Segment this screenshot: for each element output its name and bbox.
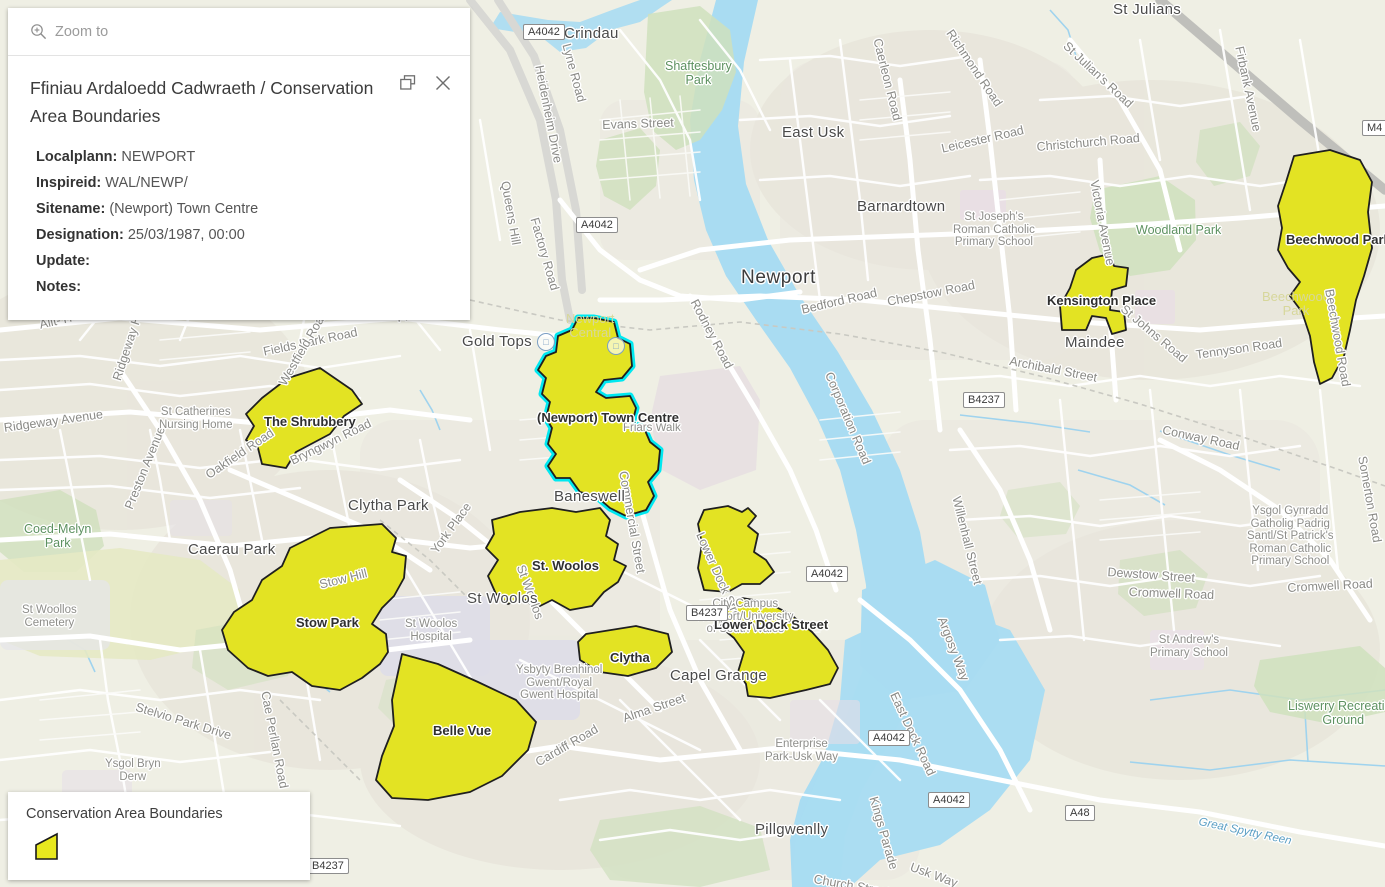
popup-field-row: Update: <box>36 248 448 274</box>
popup-field-list: Localplann: NEWPORT Inspireid: WAL/NEWP/S… <box>36 144 448 300</box>
popup-field-value: NEWPORT <box>117 149 196 165</box>
popup-field-value: (Newport) Town Centre <box>105 201 259 217</box>
popup-field-value: 25/03/1987, 00:00 <box>123 227 245 243</box>
popup-field-key: Sitename: <box>36 201 106 217</box>
restore-dock-icon[interactable] <box>399 74 417 97</box>
popup-field-key: Inspireid: <box>36 175 102 191</box>
popup-field-key: Designation: <box>36 227 124 243</box>
zoom-to-button[interactable]: Zoom to <box>8 8 470 56</box>
newport-central-station: □ <box>537 333 555 351</box>
popup-field-key: Notes: <box>36 279 82 295</box>
newport-bus-station: □ <box>607 337 625 355</box>
popup-field-row: Notes: <box>36 274 448 300</box>
popup-field-row: Localplann: NEWPORT <box>36 144 448 170</box>
map-application: .w{fill:#a9dcf2} .pk{fill:#cfe0bd} .ub{f… <box>0 0 1385 887</box>
popup-field-value: WAL/NEWP/ <box>101 175 188 191</box>
zoom-to-label: Zoom to <box>55 23 109 40</box>
popup-actions <box>399 74 452 97</box>
close-icon[interactable] <box>434 74 452 97</box>
popup-title: Ffiniau Ardaloedd Cadwraeth / Conservati… <box>30 78 374 126</box>
legend-swatch <box>34 832 310 867</box>
popup-field-key: Update: <box>36 253 90 269</box>
legend-title: Conservation Area Boundaries <box>26 806 223 822</box>
feature-popup: Zoom to Ffiniau Ardaloedd Cadwraeth / Co… <box>8 8 470 320</box>
legend-panel: Conservation Area Boundaries <box>8 792 310 880</box>
popup-field-row: Inspireid: WAL/NEWP/ <box>36 170 448 196</box>
popup-field-row: Designation: 25/03/1987, 00:00 <box>36 222 448 248</box>
popup-field-row: Sitename: (Newport) Town Centre <box>36 196 448 222</box>
magnifier-plus-icon <box>30 23 47 40</box>
popup-field-key: Localplann: <box>36 149 118 165</box>
popup-body: Ffiniau Ardaloedd Cadwraeth / Conservati… <box>8 56 470 320</box>
